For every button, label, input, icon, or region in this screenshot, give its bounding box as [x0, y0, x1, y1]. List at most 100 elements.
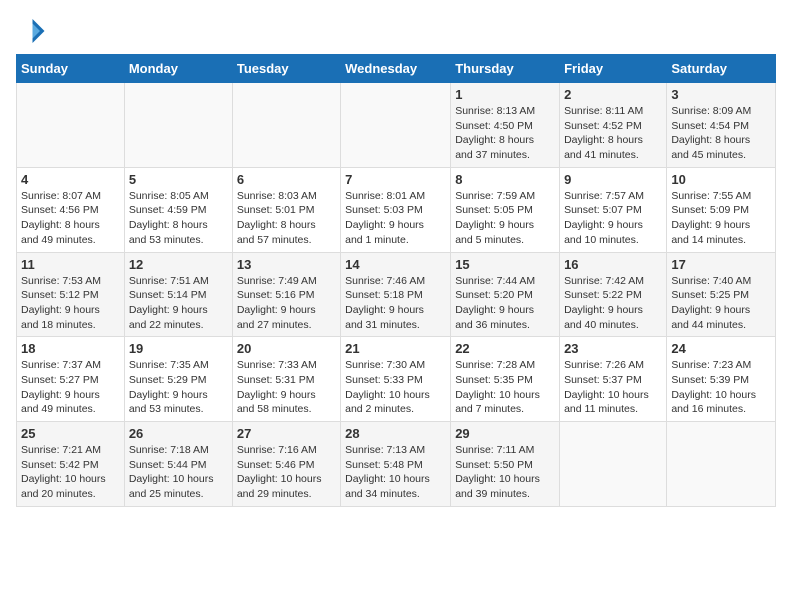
day-info: Sunrise: 7:55 AM Sunset: 5:09 PM Dayligh… [671, 189, 771, 248]
day-info: Sunrise: 8:11 AM Sunset: 4:52 PM Dayligh… [564, 104, 662, 163]
day-number: 5 [129, 172, 228, 187]
day-number: 20 [237, 341, 336, 356]
calendar-cell: 26 Sunrise: 7:18 AM Sunset: 5:44 PM Dayli… [124, 422, 232, 507]
calendar-cell: 11 Sunrise: 7:53 AM Sunset: 5:12 PM Dayli… [17, 252, 125, 337]
day-info: Sunrise: 7:23 AM Sunset: 5:39 PM Dayligh… [671, 358, 771, 417]
day-number: 15 [455, 257, 555, 272]
calendar-cell [232, 83, 340, 168]
day-info: Sunrise: 7:57 AM Sunset: 5:07 PM Dayligh… [564, 189, 662, 248]
day-info: Sunrise: 8:07 AM Sunset: 4:56 PM Dayligh… [21, 189, 120, 248]
day-number: 27 [237, 426, 336, 441]
calendar-cell: 9 Sunrise: 7:57 AM Sunset: 5:07 PM Daylig… [560, 167, 667, 252]
day-info: Sunrise: 7:18 AM Sunset: 5:44 PM Dayligh… [129, 443, 228, 502]
calendar-cell [124, 83, 232, 168]
day-number: 10 [671, 172, 771, 187]
logo [16, 16, 50, 46]
day-info: Sunrise: 7:28 AM Sunset: 5:35 PM Dayligh… [455, 358, 555, 417]
day-info: Sunrise: 8:03 AM Sunset: 5:01 PM Dayligh… [237, 189, 336, 248]
day-number: 29 [455, 426, 555, 441]
day-info: Sunrise: 7:51 AM Sunset: 5:14 PM Dayligh… [129, 274, 228, 333]
day-number: 4 [21, 172, 120, 187]
calendar-cell: 28 Sunrise: 7:13 AM Sunset: 5:48 PM Dayli… [341, 422, 451, 507]
calendar-cell: 22 Sunrise: 7:28 AM Sunset: 5:35 PM Dayli… [451, 337, 560, 422]
calendar-cell: 12 Sunrise: 7:51 AM Sunset: 5:14 PM Dayli… [124, 252, 232, 337]
logo-icon [16, 16, 46, 46]
calendar-week-row: 11 Sunrise: 7:53 AM Sunset: 5:12 PM Dayli… [17, 252, 776, 337]
day-number: 1 [455, 87, 555, 102]
calendar-cell: 5Sunrise: 8:05 AM Sunset: 4:59 PM Daylig… [124, 167, 232, 252]
day-number: 16 [564, 257, 662, 272]
header-day-sunday: Sunday [17, 55, 125, 83]
day-info: Sunrise: 7:16 AM Sunset: 5:46 PM Dayligh… [237, 443, 336, 502]
day-number: 3 [671, 87, 771, 102]
day-info: Sunrise: 7:40 AM Sunset: 5:25 PM Dayligh… [671, 274, 771, 333]
day-number: 12 [129, 257, 228, 272]
day-info: Sunrise: 7:30 AM Sunset: 5:33 PM Dayligh… [345, 358, 446, 417]
day-number: 7 [345, 172, 446, 187]
day-info: Sunrise: 8:01 AM Sunset: 5:03 PM Dayligh… [345, 189, 446, 248]
day-number: 26 [129, 426, 228, 441]
calendar-cell [560, 422, 667, 507]
header-day-friday: Friday [560, 55, 667, 83]
calendar-header-row: SundayMondayTuesdayWednesdayThursdayFrid… [17, 55, 776, 83]
day-number: 8 [455, 172, 555, 187]
day-info: Sunrise: 7:46 AM Sunset: 5:18 PM Dayligh… [345, 274, 446, 333]
day-info: Sunrise: 7:21 AM Sunset: 5:42 PM Dayligh… [21, 443, 120, 502]
day-number: 19 [129, 341, 228, 356]
day-info: Sunrise: 7:35 AM Sunset: 5:29 PM Dayligh… [129, 358, 228, 417]
day-number: 11 [21, 257, 120, 272]
day-info: Sunrise: 7:42 AM Sunset: 5:22 PM Dayligh… [564, 274, 662, 333]
calendar-week-row: 1 Sunrise: 8:13 AM Sunset: 4:50 PM Daylig… [17, 83, 776, 168]
day-info: Sunrise: 7:13 AM Sunset: 5:48 PM Dayligh… [345, 443, 446, 502]
calendar-cell: 15 Sunrise: 7:44 AM Sunset: 5:20 PM Dayli… [451, 252, 560, 337]
day-number: 22 [455, 341, 555, 356]
calendar-cell: 6 Sunrise: 8:03 AM Sunset: 5:01 PM Daylig… [232, 167, 340, 252]
calendar-cell: 10 Sunrise: 7:55 AM Sunset: 5:09 PM Dayli… [667, 167, 776, 252]
calendar-cell: 20Sunrise: 7:33 AM Sunset: 5:31 PM Dayli… [232, 337, 340, 422]
day-info: Sunrise: 7:53 AM Sunset: 5:12 PM Dayligh… [21, 274, 120, 333]
calendar-cell [667, 422, 776, 507]
day-info: Sunrise: 7:49 AM Sunset: 5:16 PM Dayligh… [237, 274, 336, 333]
day-number: 25 [21, 426, 120, 441]
calendar-cell: 16 Sunrise: 7:42 AM Sunset: 5:22 PM Dayli… [560, 252, 667, 337]
calendar-week-row: 4 Sunrise: 8:07 AM Sunset: 4:56 PM Daylig… [17, 167, 776, 252]
day-number: 24 [671, 341, 771, 356]
calendar-cell: 8 Sunrise: 7:59 AM Sunset: 5:05 PM Daylig… [451, 167, 560, 252]
calendar-cell: 14 Sunrise: 7:46 AM Sunset: 5:18 PM Dayli… [341, 252, 451, 337]
calendar-cell: 25 Sunrise: 7:21 AM Sunset: 5:42 PM Dayli… [17, 422, 125, 507]
calendar-cell [341, 83, 451, 168]
calendar-table: SundayMondayTuesdayWednesdayThursdayFrid… [16, 54, 776, 507]
calendar-cell: 17 Sunrise: 7:40 AM Sunset: 5:25 PM Dayli… [667, 252, 776, 337]
header-day-wednesday: Wednesday [341, 55, 451, 83]
day-info: Sunrise: 8:13 AM Sunset: 4:50 PM Dayligh… [455, 104, 555, 163]
header-day-monday: Monday [124, 55, 232, 83]
calendar-cell: 19 Sunrise: 7:35 AM Sunset: 5:29 PM Dayli… [124, 337, 232, 422]
calendar-cell: 4 Sunrise: 8:07 AM Sunset: 4:56 PM Daylig… [17, 167, 125, 252]
calendar-cell: 23 Sunrise: 7:26 AM Sunset: 5:37 PM Dayli… [560, 337, 667, 422]
day-info: Sunrise: 7:44 AM Sunset: 5:20 PM Dayligh… [455, 274, 555, 333]
day-info: Sunrise: 7:11 AM Sunset: 5:50 PM Dayligh… [455, 443, 555, 502]
calendar-cell [17, 83, 125, 168]
calendar-cell: 18Sunrise: 7:37 AM Sunset: 5:27 PM Dayli… [17, 337, 125, 422]
header-day-saturday: Saturday [667, 55, 776, 83]
calendar-cell: 2Sunrise: 8:11 AM Sunset: 4:52 PM Daylig… [560, 83, 667, 168]
day-info: Sunrise: 7:59 AM Sunset: 5:05 PM Dayligh… [455, 189, 555, 248]
calendar-cell: 29 Sunrise: 7:11 AM Sunset: 5:50 PM Dayli… [451, 422, 560, 507]
day-number: 21 [345, 341, 446, 356]
day-number: 17 [671, 257, 771, 272]
day-number: 14 [345, 257, 446, 272]
page-header [16, 16, 776, 46]
calendar-cell: 13Sunrise: 7:49 AM Sunset: 5:16 PM Dayli… [232, 252, 340, 337]
day-info: Sunrise: 7:26 AM Sunset: 5:37 PM Dayligh… [564, 358, 662, 417]
calendar-cell: 3 Sunrise: 8:09 AM Sunset: 4:54 PM Daylig… [667, 83, 776, 168]
header-day-thursday: Thursday [451, 55, 560, 83]
day-number: 6 [237, 172, 336, 187]
day-number: 28 [345, 426, 446, 441]
calendar-week-row: 25 Sunrise: 7:21 AM Sunset: 5:42 PM Dayli… [17, 422, 776, 507]
day-info: Sunrise: 8:09 AM Sunset: 4:54 PM Dayligh… [671, 104, 771, 163]
day-number: 9 [564, 172, 662, 187]
day-number: 23 [564, 341, 662, 356]
header-day-tuesday: Tuesday [232, 55, 340, 83]
calendar-cell: 21 Sunrise: 7:30 AM Sunset: 5:33 PM Dayli… [341, 337, 451, 422]
calendar-cell: 1 Sunrise: 8:13 AM Sunset: 4:50 PM Daylig… [451, 83, 560, 168]
